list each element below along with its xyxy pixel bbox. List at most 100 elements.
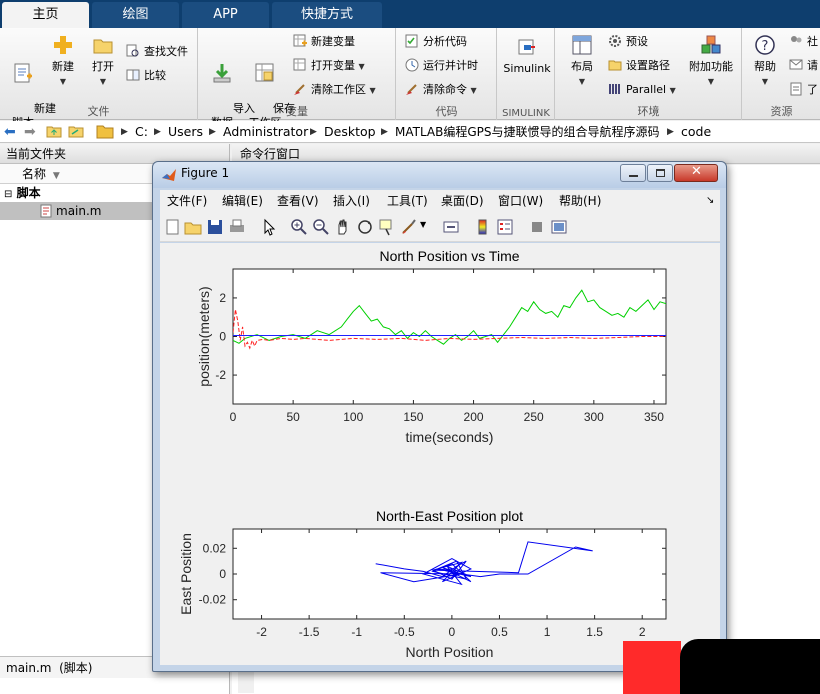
menu-view[interactable]: 查看(V)	[277, 190, 319, 212]
menu-insert[interactable]: 插入(I)	[333, 190, 370, 212]
tab-plots[interactable]: 绘图	[92, 2, 179, 28]
tab-home[interactable]: 主页	[2, 2, 89, 28]
request-support-label: 请	[807, 59, 818, 72]
breadcrumb-project-folder[interactable]: MATLAB编程GPS与捷联惯导的组合导航程序源码	[395, 121, 660, 143]
figure-window[interactable]: Figure 1 ✕ 文件(F) 编辑(E) 查看(V) 插入(I) 工具(T)…	[152, 161, 727, 672]
clear-commands-icon	[406, 84, 417, 95]
sort-down-icon: ▼	[52, 171, 60, 181]
zoom-out-icon[interactable]	[312, 218, 330, 236]
layout-button[interactable]: 布局 ▼	[562, 34, 602, 89]
pointer-icon[interactable]	[260, 218, 278, 236]
addons-button[interactable]: 附加功能 ▼	[686, 34, 736, 89]
ribbon-tabbar: 主页 绘图 APP 快捷方式	[0, 0, 820, 28]
breadcrumb-desktop[interactable]: Desktop	[324, 121, 376, 143]
open-button[interactable]: 打开 ▼	[86, 34, 120, 89]
breadcrumb-code[interactable]: code	[681, 121, 711, 143]
x-tick-label: 1.5	[586, 625, 603, 639]
section-label-file: 文件	[87, 105, 110, 118]
forward-arrow-icon[interactable]: ➡	[24, 121, 36, 143]
minimize-button[interactable]	[620, 164, 646, 182]
find-files-icon	[126, 44, 139, 57]
compare-icon	[126, 69, 140, 81]
learn-button[interactable]: 了	[789, 80, 818, 100]
x-tick-label: 2	[639, 625, 646, 639]
open-file-icon[interactable]	[184, 218, 202, 236]
dock-arrow-icon[interactable]: ↘	[706, 190, 714, 212]
tab-shortcuts[interactable]: 快捷方式	[272, 2, 382, 28]
current-folder-title: 当前文件夹	[6, 147, 67, 161]
menu-edit[interactable]: 编辑(E)	[222, 190, 263, 212]
analyze-code-button[interactable]: 分析代码	[405, 32, 467, 52]
legend-icon[interactable]	[496, 218, 514, 236]
hide-plot-tools-icon[interactable]	[528, 218, 546, 236]
zoom-in-icon[interactable]	[290, 218, 308, 236]
request-support-button[interactable]: 请	[789, 56, 818, 76]
ribbon-section-code: 分析代码 运行并计时 清除命令 ▼ 代码	[397, 28, 497, 120]
x-axis-label: North Position	[406, 644, 494, 660]
figure-titlebar[interactable]: Figure 1 ✕	[153, 162, 726, 188]
set-path-button[interactable]: 设置路径	[608, 56, 670, 76]
new-variable-button[interactable]: 新建变量	[293, 32, 355, 52]
help-label: 帮助	[754, 60, 776, 73]
breadcrumb-administrator[interactable]: Administrator	[223, 121, 308, 143]
clear-commands-button[interactable]: 清除命令 ▼	[405, 80, 477, 100]
back-arrow-icon[interactable]: ⬅	[4, 121, 16, 143]
new-variable-label: 新建变量	[311, 35, 355, 48]
section-label-resources: 资源	[770, 105, 793, 118]
link-plot-icon[interactable]	[442, 218, 460, 236]
show-plot-tools-icon[interactable]	[550, 218, 568, 236]
figure-title: Figure 1	[181, 166, 230, 180]
menu-help[interactable]: 帮助(H)	[559, 190, 601, 212]
x-tick-label: 250	[524, 410, 544, 424]
svg-text:?: ?	[762, 39, 769, 54]
import-arrow-icon	[213, 64, 231, 83]
breadcrumb-c-drive[interactable]: C:	[135, 121, 148, 143]
close-button[interactable]: ✕	[674, 164, 718, 182]
maximize-button[interactable]	[647, 164, 673, 182]
chevron-down-icon[interactable]: ▼	[420, 220, 426, 229]
preferences-button[interactable]: 预设	[608, 32, 648, 52]
section-label-simulink: SIMULINK	[502, 108, 550, 119]
menu-file[interactable]: 文件(F)	[167, 190, 207, 212]
y-tick-label: 0	[219, 567, 226, 581]
community-button[interactable]: 社	[789, 32, 818, 52]
preferences-label: 预设	[626, 35, 648, 48]
print-icon[interactable]	[228, 218, 246, 236]
menu-window[interactable]: 窗口(W)	[498, 190, 543, 212]
new-figure-icon[interactable]	[164, 218, 182, 236]
rotate-3d-icon[interactable]	[356, 218, 374, 236]
simulink-button[interactable]: Simulink	[501, 36, 553, 76]
compare-button[interactable]: 比较	[126, 66, 166, 86]
run-and-time-button[interactable]: 运行并计时	[405, 56, 478, 76]
open-variable-label: 打开变量	[311, 59, 355, 72]
open-variable-button[interactable]: 打开变量 ▼	[293, 56, 365, 76]
pan-hand-icon[interactable]	[334, 218, 352, 236]
find-files-button[interactable]: 查找文件	[126, 42, 188, 62]
file-name: main.m	[56, 204, 102, 218]
parallel-button[interactable]: Parallel ▼	[608, 80, 676, 100]
section-label-code: 代码	[435, 105, 458, 118]
breadcrumb-users[interactable]: Users	[168, 121, 203, 143]
menu-desktop[interactable]: 桌面(D)	[441, 190, 484, 212]
root-folder-icon[interactable]	[96, 121, 114, 143]
broom-icon	[294, 84, 305, 95]
red-overlay-block	[623, 641, 681, 694]
new-button[interactable]: 新建 ▼	[46, 34, 80, 89]
save-icon[interactable]	[206, 218, 224, 236]
help-button[interactable]: ? 帮助 ▼	[747, 34, 783, 89]
data-cursor-icon[interactable]	[378, 218, 396, 236]
x-tick-label: 150	[403, 410, 423, 424]
breadcrumb-separator-icon: ▶	[209, 127, 216, 137]
minimize-icon	[629, 175, 638, 177]
up-folder-icon[interactable]	[46, 121, 62, 143]
clear-workspace-button[interactable]: 清除工作区 ▼	[293, 80, 376, 100]
colorbar-icon[interactable]	[474, 218, 492, 236]
run-time-icon	[405, 58, 419, 72]
browse-folder-icon[interactable]	[68, 121, 84, 143]
brush-icon[interactable]	[400, 218, 418, 236]
y-axis-label: East Position	[178, 533, 194, 615]
menu-tools[interactable]: 工具(T)	[387, 190, 428, 212]
collapse-icon[interactable]: ⊟	[4, 189, 12, 200]
tab-apps[interactable]: APP	[182, 2, 269, 28]
breadcrumb-separator-icon: ▶	[667, 127, 674, 137]
